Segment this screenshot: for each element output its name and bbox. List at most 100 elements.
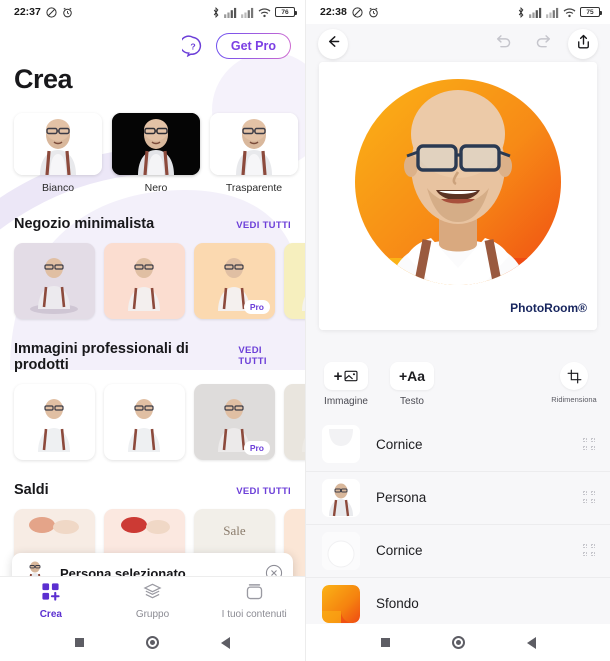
bottom-navigation: Crea Gruppo I tuoi contenuti [0,576,305,624]
page-title: Crea [14,64,73,94]
tile-row-negozio[interactable]: Pro [0,232,305,319]
back-button[interactable] [221,636,230,649]
tool-immagine[interactable]: + Immagine [320,362,372,408]
layer-name: Cornice [376,543,423,558]
section-title: Immagini professionali di prodotti [14,341,189,373]
see-all-link[interactable]: VEDI TUTTI [236,220,291,231]
tool-row: + Immagine +Aa Testo Ridimensiona [306,352,610,408]
battery-indicator: 76 [275,7,297,17]
alarm-icon [368,7,379,18]
background-option-bianco[interactable]: Bianco [14,113,102,194]
thumbnail-nero [112,113,200,175]
arrow-left-icon [325,33,342,55]
top-actions-bar: ? Get Pro [0,24,305,62]
home-content: Crea Bianco Nero Trasparente Negozio min… [0,62,305,585]
see-all-link[interactable]: VEDI TUTTI [238,345,291,367]
section-title: Saldi [14,482,49,498]
layer-thumbnail-cornice [322,425,360,463]
background-options-row: Bianco Nero Trasparente [0,95,305,194]
template-tile[interactable] [14,243,95,319]
dnd-icon [46,6,57,18]
redo-button[interactable] [528,29,558,59]
layer-row[interactable]: Sfondo [306,576,610,630]
archive-icon [245,582,264,606]
section-header-negozio: Negozio minimalista VEDI TUTTI [0,194,305,232]
background-option-nero[interactable]: Nero [112,113,200,194]
redo-icon [534,32,553,56]
nav-item-contenuti[interactable]: I tuoi contenuti [203,582,305,620]
template-tile[interactable] [284,384,305,460]
system-navigation-right [306,624,610,661]
editor-toolbar [306,24,610,64]
get-pro-button[interactable]: Get Pro [216,33,291,59]
layer-thumbnail-cornice-outline [322,531,360,570]
nav-item-gruppo[interactable]: Gruppo [102,582,204,620]
wifi-icon [258,7,271,18]
back-button-editor[interactable] [318,29,348,59]
template-tile-pro[interactable]: Pro [194,243,275,319]
status-time: 22:38 [320,6,347,18]
help-icon[interactable]: ? [179,35,204,58]
background-label-trasparente: Trasparente [225,182,283,194]
svg-text:PhotoRoom®: PhotoRoom® [510,301,587,315]
battery-level: 75 [586,8,594,16]
drag-handle[interactable] [583,491,596,504]
background-label-bianco: Bianco [41,182,75,194]
template-tile[interactable] [104,243,185,319]
section-header-saldi: Saldi VEDI TUTTI [0,460,305,498]
layers-icon [143,582,162,606]
template-tile[interactable] [284,243,305,319]
signal-icon [224,7,237,18]
tool-panel: + Immagine +Aa Testo Ridimensiona Cornic… [306,352,610,630]
recents-button[interactable] [75,638,84,647]
background-option-trasparente[interactable]: Trasparente [210,113,298,194]
nav-item-crea[interactable]: Crea [0,582,102,620]
layer-row[interactable]: Cornice [306,417,610,471]
system-navigation-left [0,624,305,661]
template-tile[interactable] [14,384,95,460]
background-label-nero: Nero [144,182,168,194]
layer-list: Cornice Persona Cornice Sfondo [306,417,610,630]
undo-button[interactable] [488,29,518,59]
wifi-icon [563,7,576,18]
layer-name: Cornice [376,436,423,452]
signal-icon-2 [241,7,254,18]
layer-thumbnail-persona [322,478,360,517]
layer-name: Persona [376,490,427,505]
signal-icon-2 [546,7,559,18]
editor-canvas[interactable]: PhotoRoom® [319,62,597,330]
tool-label-immagine: Immagine [324,396,368,407]
home-button[interactable] [146,636,159,649]
template-tile[interactable] [104,384,185,460]
see-all-link[interactable]: VEDI TUTTI [236,486,291,497]
sale-text: Sale [223,523,246,538]
layer-row[interactable]: Persona [306,470,610,524]
share-button[interactable] [568,29,598,59]
battery-indicator: 75 [580,7,602,17]
tool-ridimensiona[interactable]: Ridimensiona [546,362,602,405]
template-tile-pro[interactable]: Pro [194,384,275,460]
status-bar-left: 22:37 76 [0,0,305,24]
recents-button[interactable] [380,638,390,647]
svg-text:?: ? [190,41,195,51]
tool-testo[interactable]: +Aa Testo [386,362,438,408]
layer-row[interactable]: Cornice [306,523,610,577]
home-button[interactable] [451,636,465,649]
section-title: Negozio minimalista [14,216,155,232]
undo-icon [494,32,513,56]
battery-level: 76 [281,8,289,16]
nav-label-gruppo: Gruppo [135,608,170,620]
drag-handle[interactable] [583,544,596,557]
text-plus-icon: +Aa [390,362,434,390]
nav-label-contenuti: I tuoi contenuti [221,608,287,620]
signal-icon [529,7,542,18]
section-header-prodotti: Immagini professionali di prodotti VEDI … [0,319,305,373]
tile-row-prodotti[interactable]: Pro [0,373,305,460]
drag-handle[interactable] [583,437,596,451]
screen-home: 22:37 76 ? Get Pro Crea Bianco Nero Tras… [0,0,305,661]
pro-badge: Pro [243,300,270,314]
back-button[interactable] [526,636,536,649]
alarm-icon [62,7,73,18]
nav-label-crea: Crea [39,608,62,620]
image-plus-icon: + [324,362,368,390]
